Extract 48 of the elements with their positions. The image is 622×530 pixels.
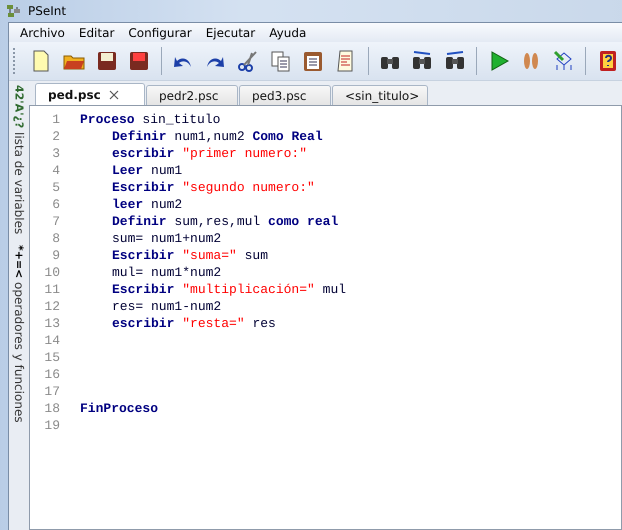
side-panel-tab[interactable]: 42'A'¿? lista de variables (12, 85, 26, 235)
line-number: 17 (43, 384, 60, 399)
line-number: 11 (43, 282, 60, 297)
line-number: 1 (51, 112, 60, 127)
line-number: 14 (43, 333, 60, 348)
code-line: escribir "resta=" res (111, 316, 276, 331)
code-line: res= num1-num2 (111, 299, 222, 314)
line-number: 5 (51, 180, 60, 195)
line-number: 8 (51, 231, 60, 246)
menu-item[interactable]: Configurar (121, 26, 199, 40)
file-tab[interactable]: ped.psc (35, 83, 145, 105)
code-line: Definir sum,res,mul como real (111, 214, 338, 229)
line-number: 9 (51, 248, 60, 263)
line-number: 18 (43, 401, 60, 416)
code-line: mul= num1*num2 (111, 265, 222, 280)
code-line: FinProceso (79, 401, 158, 416)
file-tab[interactable]: ped3.psc (239, 85, 331, 105)
line-number: 2 (51, 129, 60, 144)
code-line: Proceso sin_titulo (79, 112, 220, 127)
line-number: 13 (43, 316, 60, 331)
line-number: 3 (51, 146, 60, 161)
menu-item[interactable]: Ayuda (262, 26, 314, 40)
code-line: Definir num1,num2 Como Real (111, 129, 323, 144)
close-icon[interactable] (108, 90, 119, 100)
code-line: Escribir "multiplicación=" mul (111, 282, 346, 297)
line-number: 16 (43, 367, 60, 382)
line-number: 10 (43, 265, 60, 280)
menu-item[interactable]: Editar (72, 26, 122, 40)
line-number: 6 (51, 197, 60, 212)
line-number: 12 (43, 299, 60, 314)
file-tab[interactable]: pedr2.psc (146, 85, 238, 105)
line-number: 4 (51, 163, 60, 178)
code-line: Escribir "suma=" sum (111, 248, 268, 263)
code-line: Leer num1 (111, 163, 182, 178)
app-icon (6, 3, 22, 19)
menu-item[interactable]: Archivo (13, 26, 72, 40)
line-number: 19 (43, 418, 60, 433)
code-line: sum= num1+num2 (111, 231, 222, 246)
line-number: 15 (43, 350, 60, 365)
code-editor[interactable] (29, 105, 622, 530)
code-line: Escribir "segundo numero:" (111, 180, 315, 195)
window-title: PSeInt (28, 4, 66, 18)
menu-item[interactable]: Ejecutar (198, 26, 262, 40)
line-number: 7 (51, 214, 60, 229)
side-panel-tab[interactable]: *+=< operadores y funciones (12, 244, 26, 423)
file-tab[interactable]: <sin_titulo> (332, 85, 428, 105)
code-line: escribir "primer numero:" (111, 146, 308, 161)
code-line: leer num2 (111, 197, 182, 212)
